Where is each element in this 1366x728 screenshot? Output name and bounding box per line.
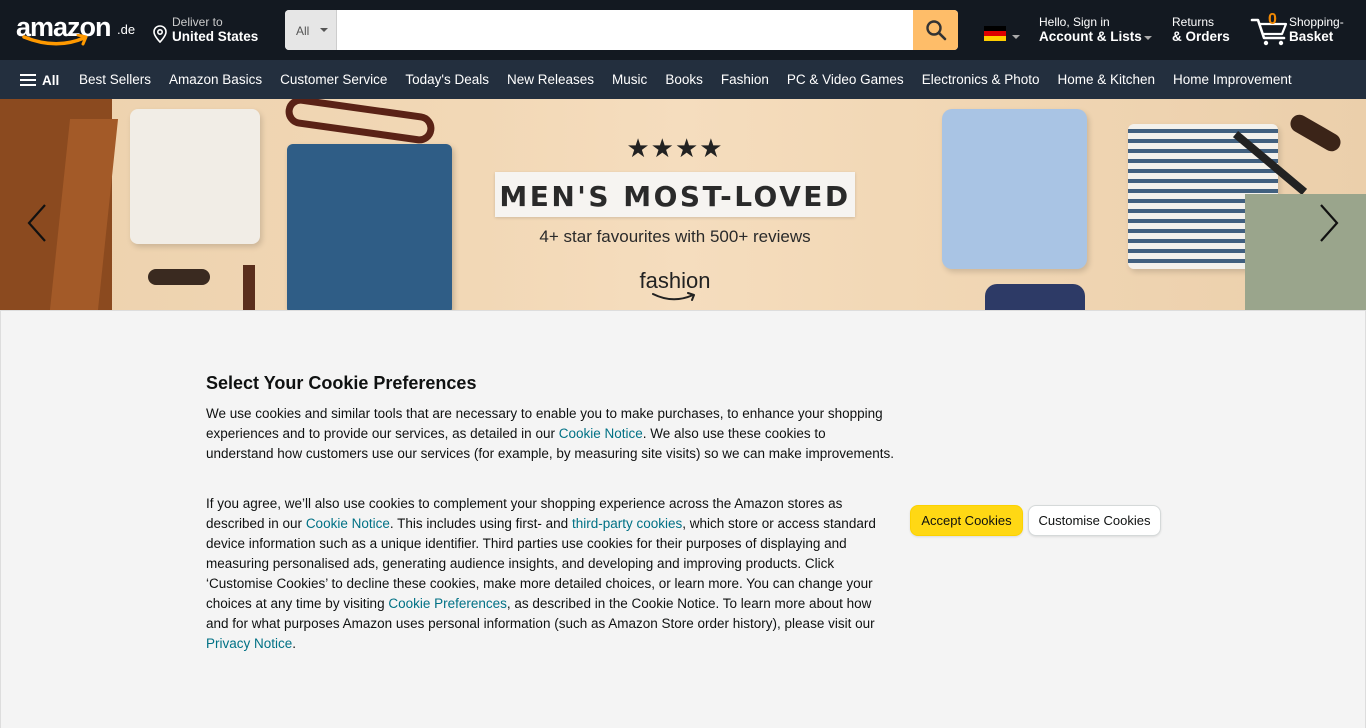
account-lists-label: Account & Lists: [1039, 29, 1142, 44]
location-pin-icon: [153, 25, 167, 43]
search-input[interactable]: [337, 10, 913, 50]
germany-flag-icon[interactable]: [984, 26, 1006, 41]
account-lists-menu[interactable]: Hello, Sign in Account & Lists: [1039, 14, 1159, 48]
top-navbar: amazon .de Deliver to United States All: [0, 0, 1366, 60]
deliver-to-location[interactable]: Deliver to United States: [152, 14, 272, 48]
search-button[interactable]: [913, 10, 958, 50]
nav-link-home-kitchen[interactable]: Home & Kitchen: [1049, 72, 1165, 87]
hero-brand: fashion: [639, 268, 711, 293]
nav-link-books[interactable]: Books: [656, 72, 712, 87]
headline-plaque: MEN'S MOST-LOVED: [495, 172, 855, 217]
hero-subline: 4+ star favourites with 500+ reviews: [539, 227, 811, 246]
nav-link-new-releases[interactable]: New Releases: [498, 72, 603, 87]
smile-arrow-icon: [22, 34, 88, 46]
cookie-p2-text-b: . This includes using first- and: [389, 516, 572, 531]
privacy-notice-link[interactable]: Privacy Notice: [206, 636, 292, 651]
nav-link-electronics-photo[interactable]: Electronics & Photo: [913, 72, 1049, 87]
chevron-down-icon: [1144, 36, 1152, 40]
nav-link-todays-deals[interactable]: Today's Deals: [396, 72, 498, 87]
all-label: All: [42, 72, 60, 88]
white-sweater-image: [130, 109, 260, 244]
cookie-notice-link[interactable]: Cookie Notice: [559, 426, 643, 441]
blue-sweatshirt-image: [942, 109, 1087, 269]
nav-link-best-sellers[interactable]: Best Sellers: [70, 72, 160, 87]
cookie-title: Select Your Cookie Preferences: [206, 373, 477, 393]
cookie-p2-text-e: .: [292, 636, 297, 651]
cart-label-line2: Basket: [1289, 29, 1334, 44]
hero-text-block: ★★★★ MEN'S MOST-LOVED 4+ star favourites…: [480, 129, 870, 309]
deliver-country: United States: [172, 29, 259, 44]
orders-label: & Orders: [1172, 29, 1230, 44]
denim-shirt-image: [287, 144, 452, 310]
rating-stars: ★★★★: [626, 133, 724, 163]
cookie-notice-link-2[interactable]: Cookie Notice: [306, 516, 390, 531]
cookie-consent-panel: Select Your Cookie Preferences We use co…: [0, 310, 1366, 728]
chevron-right-icon[interactable]: [1316, 203, 1342, 243]
hamburger-icon: [20, 73, 36, 87]
chevron-left-icon[interactable]: [24, 203, 50, 243]
search-icon: [925, 20, 946, 41]
sunglasses-image-right: [1287, 111, 1344, 155]
nav-link-music[interactable]: Music: [603, 72, 656, 87]
nav-link-amazon-basics[interactable]: Amazon Basics: [160, 72, 271, 87]
customise-cookies-button[interactable]: Customise Cookies: [1028, 505, 1161, 536]
logo-tld: .de: [117, 22, 136, 37]
chevron-down-icon: [320, 28, 328, 32]
watch-image-left: [243, 265, 255, 310]
cookie-preferences-link[interactable]: Cookie Preferences: [388, 596, 507, 611]
search-category-dropdown[interactable]: All: [285, 10, 337, 50]
belt-image: [283, 99, 437, 146]
shopping-basket-link[interactable]: 0 Shopping- Basket: [1250, 10, 1360, 50]
chinos-image: [1245, 194, 1366, 310]
amazon-logo[interactable]: amazon .de: [16, 10, 138, 50]
cookie-paragraph-2: If you agree, we’ll also use cookies to …: [206, 494, 896, 654]
greeting-label: Hello, Sign in: [1039, 15, 1110, 29]
third-party-cookies-link[interactable]: third-party cookies: [572, 516, 682, 531]
category-navbar: All Best Sellers Amazon Basics Customer …: [0, 60, 1366, 99]
brand-smile-icon: [652, 292, 695, 301]
category-links: Best Sellers Amazon Basics Customer Serv…: [70, 60, 1301, 99]
returns-orders-link[interactable]: Returns & Orders: [1172, 14, 1236, 48]
deliver-to-label: Deliver to: [172, 15, 223, 29]
search-category-label: All: [296, 24, 310, 38]
accept-cookies-button[interactable]: Accept Cookies: [910, 505, 1023, 536]
hero-banner[interactable]: ★★★★ MEN'S MOST-LOVED 4+ star favourites…: [0, 99, 1366, 310]
nav-link-fashion[interactable]: Fashion: [712, 72, 778, 87]
sunglasses-image-left: [148, 269, 210, 285]
search-bar: All: [285, 10, 958, 50]
returns-label: Returns: [1172, 15, 1215, 29]
cart-count: 0: [1268, 11, 1277, 28]
sneakers-image: [985, 284, 1085, 310]
nav-link-home-improvement[interactable]: Home Improvement: [1164, 72, 1301, 87]
nav-link-customer-service[interactable]: Customer Service: [271, 72, 396, 87]
language-chevron-icon[interactable]: [1012, 35, 1020, 39]
cart-label-line1: Shopping-: [1289, 15, 1344, 29]
all-menu-button[interactable]: All: [20, 71, 59, 89]
hero-headline: MEN'S MOST-LOVED: [499, 180, 851, 213]
cookie-paragraph-1: We use cookies and similar tools that ar…: [206, 404, 896, 464]
nav-link-pc-video-games[interactable]: PC & Video Games: [778, 72, 913, 87]
